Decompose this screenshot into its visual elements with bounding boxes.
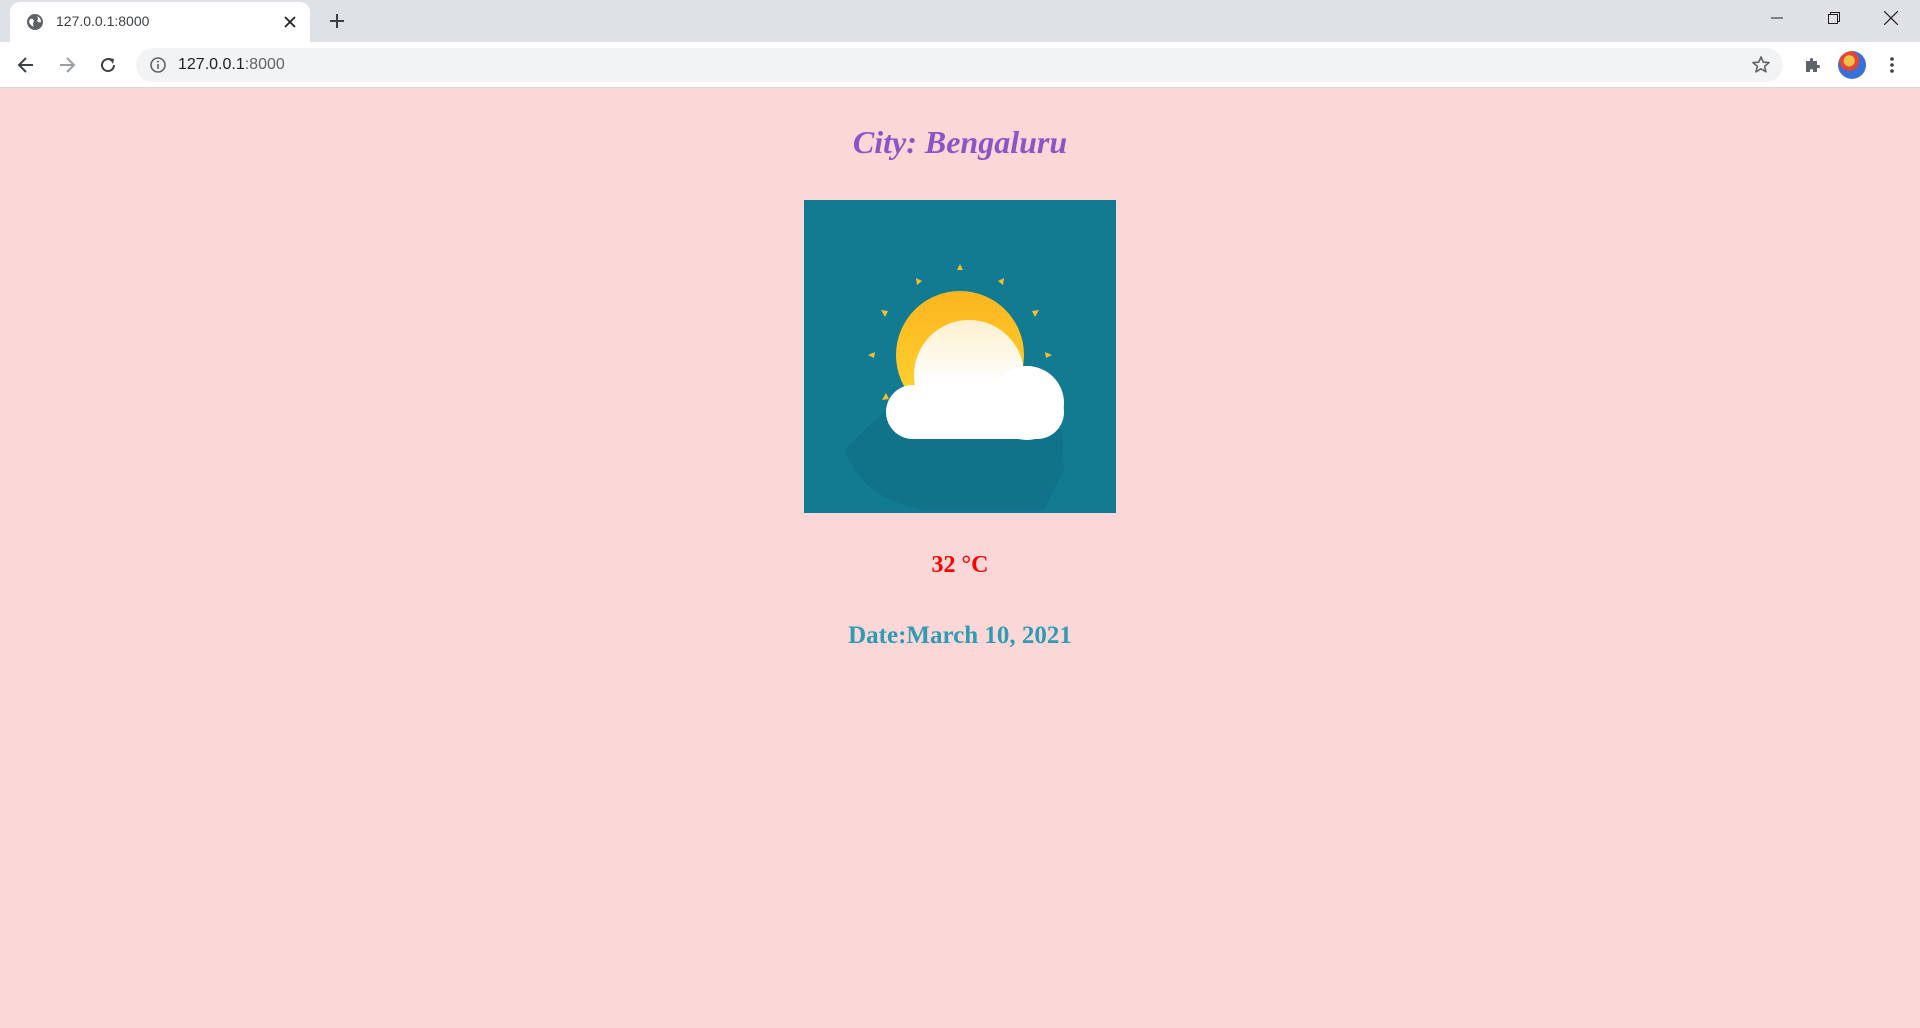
- browser-toolbar: 127.0.0.1:8000: [0, 42, 1920, 88]
- tab-title: 127.0.0.1:8000: [56, 13, 150, 29]
- globe-icon: [26, 13, 44, 31]
- close-window-icon[interactable]: [1862, 0, 1920, 36]
- date-text: Date:March 10, 2021: [848, 622, 1072, 649]
- new-tab-button[interactable]: [323, 9, 351, 33]
- forward-arrow-icon[interactable]: [50, 48, 84, 82]
- plus-icon: [330, 14, 344, 28]
- info-icon[interactable]: [149, 56, 167, 74]
- profile-avatar[interactable]: [1838, 51, 1866, 79]
- browser-tab[interactable]: 127.0.0.1:8000: [10, 2, 310, 42]
- url-port: :8000: [244, 56, 285, 73]
- restore-icon[interactable]: [1805, 0, 1863, 36]
- close-icon[interactable]: [280, 12, 300, 32]
- address-bar[interactable]: 127.0.0.1:8000: [136, 48, 1783, 82]
- reload-icon[interactable]: [91, 48, 125, 82]
- temperature: 32 °C: [931, 552, 989, 578]
- star-icon[interactable]: [1751, 55, 1771, 75]
- city-heading: City: Bengaluru: [852, 124, 1068, 160]
- page-content: City: Bengaluru 32 °C Date:March 10, 202…: [0, 88, 1920, 1028]
- url-text[interactable]: 127.0.0.1:8000: [178, 56, 285, 74]
- url-host: 127.0.0.1: [178, 56, 245, 73]
- tab-strip: 127.0.0.1:8000: [0, 0, 1920, 42]
- minimize-icon[interactable]: [1748, 0, 1806, 36]
- back-arrow-icon[interactable]: [9, 48, 43, 82]
- kebab-menu-icon[interactable]: [1875, 48, 1909, 82]
- puzzle-icon[interactable]: [1795, 48, 1829, 82]
- partly-cloudy-sun-icon: [804, 200, 1116, 513]
